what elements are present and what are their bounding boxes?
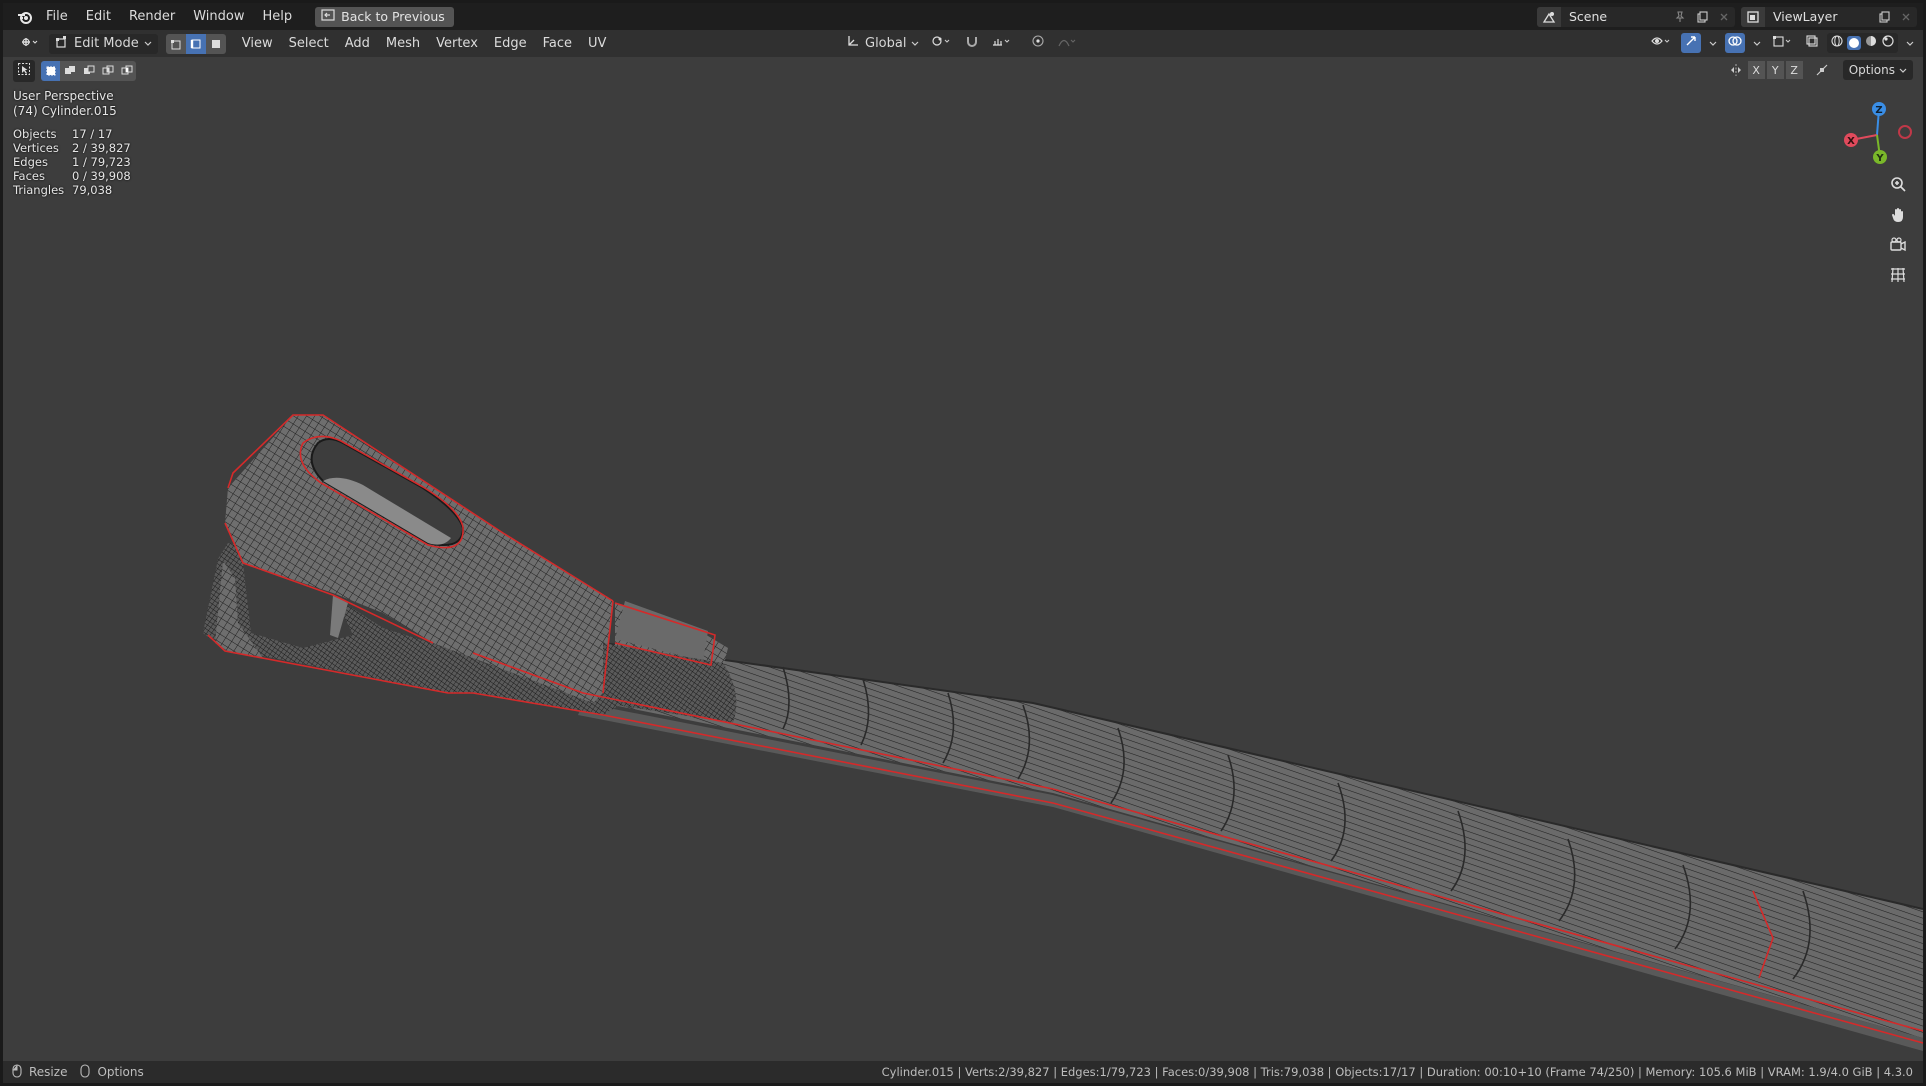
stat-label: Triangles: [13, 183, 65, 197]
gizmo-x-label: X: [1847, 136, 1855, 147]
active-object-name: (74) Cylinder.015: [13, 104, 117, 118]
zoom-icon[interactable]: [1885, 173, 1911, 197]
stat-row: Faces 0 / 39,908: [13, 169, 131, 183]
gizmo-y-label: Y: [1875, 153, 1884, 164]
gizmo-neg-x-axis[interactable]: [1898, 125, 1912, 139]
mouse-icon: [79, 1063, 91, 1081]
stat-row: Vertices 2 / 39,827: [13, 141, 131, 155]
mouse-icon: [11, 1063, 23, 1081]
stat-label: Faces: [13, 169, 45, 183]
navigation-gizmo[interactable]: Z X Y: [1837, 95, 1917, 175]
stat-value: 2 / 39,827: [72, 141, 131, 155]
status-bar: Resize Options Cylinder.015 | Verts:2/39…: [3, 1061, 1923, 1083]
stat-row: Triangles 79,038: [13, 183, 131, 197]
stat-row: Objects 17 / 17: [13, 127, 131, 141]
stat-label: Vertices: [13, 141, 59, 155]
options-hint: Options: [97, 1065, 144, 1079]
scene-statistics: Cylinder.015 | Verts:2/39,827 | Edges:1/…: [881, 1065, 1913, 1079]
status-hints: Resize Options: [3, 1063, 144, 1081]
stat-row: Edges 1 / 79,723: [13, 155, 131, 169]
gizmo-z-label: Z: [1875, 105, 1882, 116]
stat-value: 0 / 39,908: [72, 169, 131, 183]
viewport-info-overlay: User Perspective (74) Cylinder.015 Objec…: [13, 89, 131, 197]
viewport-navigation-buttons: [1885, 173, 1911, 287]
camera-icon[interactable]: [1885, 233, 1911, 257]
view-name: User Perspective: [13, 89, 114, 103]
stat-value: 1 / 79,723: [72, 155, 131, 169]
blender-window: File Edit Render Window Help Back to Pre…: [3, 3, 1923, 1083]
resize-hint: Resize: [29, 1065, 68, 1079]
stat-value: 79,038: [72, 183, 113, 197]
viewport-canvas[interactable]: [3, 3, 1923, 1083]
ortho-grid-icon[interactable]: [1885, 263, 1911, 287]
hook-head-mesh: [203, 415, 737, 723]
pan-icon[interactable]: [1885, 203, 1911, 227]
statistics-overlay: Objects 17 / 17 Vertices 2 / 39,827 Edges 1…: [13, 127, 131, 197]
shaft-mesh: [578, 642, 1923, 1051]
stat-value: 17 / 17: [72, 127, 113, 141]
stat-label: Edges: [13, 155, 48, 169]
stat-label: Objects: [13, 127, 57, 141]
